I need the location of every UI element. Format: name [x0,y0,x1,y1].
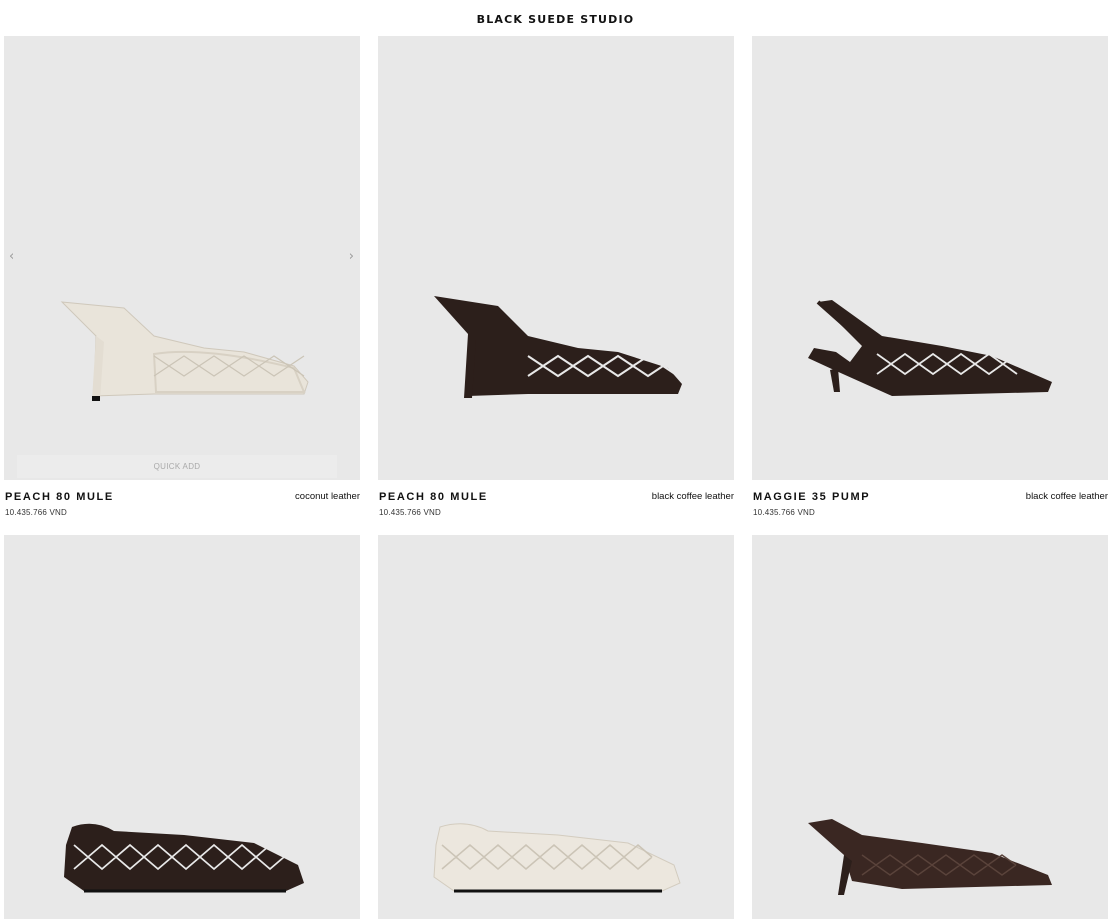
product-color: black coffee leather [1025,491,1108,502]
shoe-image-coconut-flat [433,823,681,893]
product-price: 10.435.766 VND [753,508,815,517]
product-card[interactable]: MAGGIE 35 PUMP 10.435.766 VND black coff… [752,36,1108,535]
product-image[interactable] [378,36,734,480]
product-card[interactable]: PEACH 80 MULE 10.435.766 VND black coffe… [378,36,734,535]
product-card[interactable]: ‹ › QUICK ADD PEACH 80 MULE 10.435.766 V… [4,36,360,535]
product-image[interactable] [378,535,734,919]
shoe-image-coffee-mule [434,296,682,398]
product-price: 10.435.766 VND [5,508,67,517]
shoe-image-coconut-mule [60,301,309,401]
product-name[interactable]: PEACH 80 MULE [5,491,114,503]
shoe-image-coffee-flat [64,823,304,893]
product-card[interactable] [752,535,1108,919]
product-name[interactable]: MAGGIE 35 PUMP [753,491,870,503]
product-card[interactable] [378,535,734,919]
product-image[interactable] [4,535,360,919]
product-card[interactable] [4,535,360,919]
brand-logo[interactable]: BLACK SUEDE STUDIO [477,13,635,26]
product-image[interactable]: ‹ › QUICK ADD [4,36,360,480]
product-name[interactable]: PEACH 80 MULE [379,491,488,503]
product-price: 10.435.766 VND [379,508,441,517]
quick-add-button[interactable]: QUICK ADD [17,455,337,478]
product-color: coconut leather [295,491,360,502]
site-header: BLACK SUEDE STUDIO [0,0,1111,36]
product-image[interactable] [752,36,1108,480]
shoe-image-coffee-pump [808,300,1052,396]
product-color: black coffee leather [651,491,734,502]
product-image[interactable] [752,535,1108,919]
shoe-image-brown-mule [808,819,1052,895]
